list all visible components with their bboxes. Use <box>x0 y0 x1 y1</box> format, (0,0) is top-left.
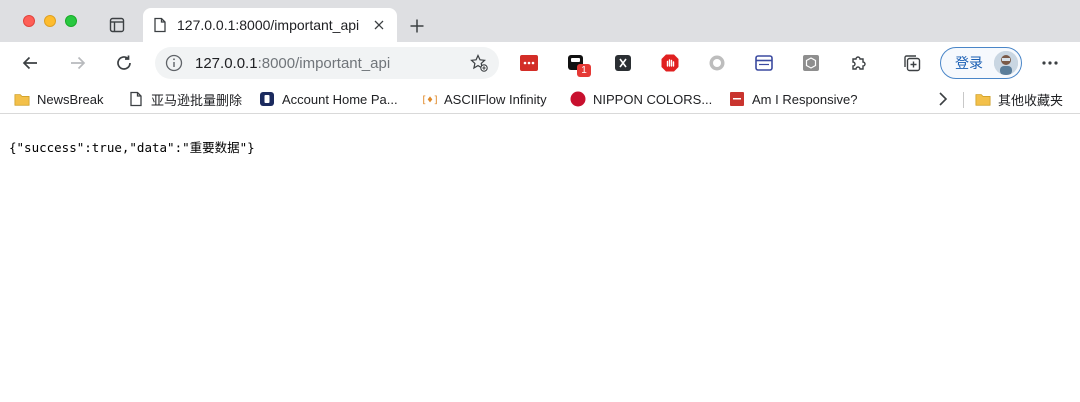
bookmark-label: Account Home Pa... <box>282 91 398 107</box>
tab-bar: 127.0.0.1:8000/important_api <box>0 0 1080 42</box>
bookmark-account-home[interactable]: Account Home Pa... <box>259 89 398 109</box>
extension-badge: 1 <box>577 64 591 77</box>
adblock-extension-icon[interactable] <box>659 52 681 74</box>
arrow-left-icon <box>22 56 37 70</box>
bookmark-label: 其他收藏夹 <box>998 92 1064 108</box>
bookmark-am-i-responsive[interactable]: Am I Responsive? <box>729 89 858 109</box>
json-response-text: {"success":true,"data":"重要数据"} <box>9 140 255 155</box>
forward-button[interactable] <box>63 48 93 78</box>
minimize-window-button[interactable] <box>44 15 56 27</box>
bookmark-label: ASCIIFlow Infinity <box>444 91 547 107</box>
folder-icon <box>975 91 991 107</box>
x-extension-icon[interactable] <box>612 52 634 74</box>
info-icon[interactable] <box>165 54 183 72</box>
cube-extension-icon[interactable] <box>800 52 822 74</box>
tab-actions-icon <box>109 17 125 33</box>
reload-button[interactable] <box>109 48 139 78</box>
reload-icon <box>117 55 131 70</box>
new-tab-button[interactable] <box>404 13 430 39</box>
login-label: 登录 <box>955 55 983 71</box>
bookmark-asciiflow[interactable]: [♦] ASCIIFlow Infinity <box>421 89 547 109</box>
browser-window: 127.0.0.1:8000/important_api 127.0.0.1:8… <box>0 0 1080 402</box>
more-button[interactable] <box>1035 48 1065 78</box>
asciiflow-icon: [♦] <box>421 91 437 107</box>
bookmark-nippon-colors[interactable]: NIPPON COLORS... <box>570 89 712 109</box>
tab-close-button[interactable] <box>371 17 387 33</box>
bookmark-newsbreak[interactable]: NewsBreak <box>14 89 103 109</box>
url-host: 127.0.0.1 <box>195 54 258 72</box>
toolbar: 127.0.0.1:8000/important_api 1 登录 <box>0 42 1080 84</box>
extensions-puzzle-icon[interactable] <box>848 52 870 74</box>
folder-icon <box>14 91 30 107</box>
bookmarks-overflow-button[interactable] <box>937 89 949 109</box>
bookmark-label: 亚马逊批量删除 <box>151 92 243 108</box>
zoom-window-button[interactable] <box>65 15 77 27</box>
page-content: {"success":true,"data":"重要数据"} <box>0 115 1080 402</box>
lastpass-extension-icon[interactable] <box>518 52 540 74</box>
window-extension-icon[interactable] <box>753 52 775 74</box>
page-icon <box>154 17 166 33</box>
avatar <box>994 51 1018 75</box>
bookmark-amazon-bulk-delete[interactable]: 亚马逊批量删除 <box>128 89 242 109</box>
collections-icon[interactable] <box>901 52 923 74</box>
login-button[interactable]: 登录 <box>940 47 1022 79</box>
more-icon <box>1042 61 1058 65</box>
add-favorite-icon[interactable] <box>469 53 489 73</box>
bookmarks-bar: NewsBreak 亚马逊批量删除 Account Home Pa... [♦]… <box>0 84 1080 114</box>
chevron-right-icon <box>939 92 948 106</box>
close-icon <box>374 20 384 30</box>
bookmark-label: NIPPON COLORS... <box>593 91 713 107</box>
plus-icon <box>410 19 424 33</box>
url-text[interactable]: 127.0.0.1:8000/important_api <box>195 55 469 72</box>
circle-extension-icon[interactable] <box>706 52 728 74</box>
address-bar[interactable]: 127.0.0.1:8000/important_api <box>155 47 499 79</box>
tab-actions-button[interactable] <box>104 12 130 38</box>
page-icon <box>128 91 144 107</box>
notion-extension-icon[interactable]: 1 <box>565 52 591 77</box>
bookmark-label: Am I Responsive? <box>752 91 858 107</box>
svg-text:[♦]: [♦] <box>421 95 437 106</box>
responsive-icon <box>729 91 745 107</box>
bookmarks-divider <box>963 92 964 108</box>
url-path: :8000/important_api <box>257 54 391 72</box>
arrow-right-icon <box>71 56 86 70</box>
bookmark-label: NewsBreak <box>37 91 104 107</box>
back-button[interactable] <box>15 48 45 78</box>
close-window-button[interactable] <box>23 15 35 27</box>
tab-title: 127.0.0.1:8000/important_api <box>177 17 360 33</box>
account-icon <box>259 91 275 107</box>
tab-active[interactable]: 127.0.0.1:8000/important_api <box>143 8 397 42</box>
bookmark-other-favorites[interactable]: 其他收藏夹 <box>975 89 1063 109</box>
nippon-colors-icon <box>570 91 586 107</box>
